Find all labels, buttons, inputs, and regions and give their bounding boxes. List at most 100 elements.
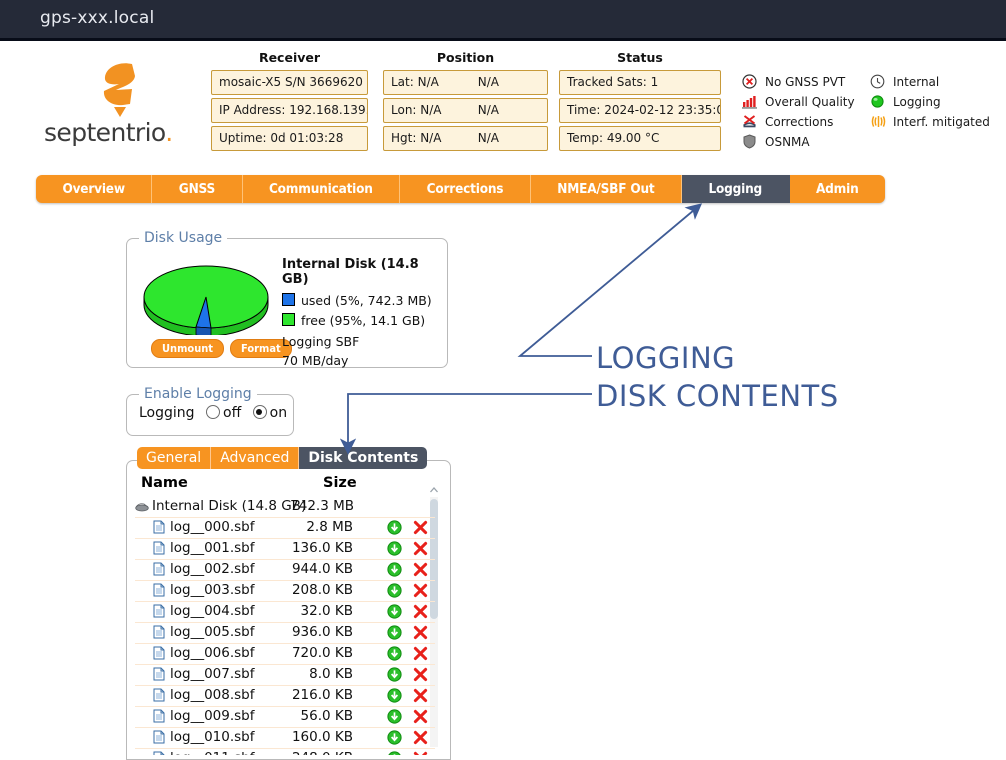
status-label: Overall Quality xyxy=(765,95,855,109)
file-row[interactable]: log__009.sbf 56.0 KB xyxy=(135,707,435,728)
nav-tab-communication[interactable]: Communication xyxy=(243,175,401,203)
logging-radio-off[interactable] xyxy=(206,405,220,419)
file-name: log__001.sbf xyxy=(170,540,255,556)
file-name: log__006.sbf xyxy=(170,645,255,661)
tab-general[interactable]: General xyxy=(137,447,212,469)
status-item-corrections[interactable]: Corrections xyxy=(742,112,855,132)
annotation-logging: LOGGING xyxy=(596,341,736,375)
download-icon[interactable] xyxy=(387,730,402,745)
tab-advanced[interactable]: Advanced xyxy=(211,447,300,469)
info-cell-value: N/A xyxy=(477,131,499,145)
file-row[interactable]: log__002.sbf 944.0 KB xyxy=(135,560,435,581)
delete-icon[interactable] xyxy=(413,604,428,619)
download-icon[interactable] xyxy=(387,541,402,556)
status-item-internal[interactable]: Internal xyxy=(870,72,990,92)
download-icon[interactable] xyxy=(387,583,402,598)
delete-icon[interactable] xyxy=(413,667,428,682)
nav-tab-admin[interactable]: Admin xyxy=(790,175,885,203)
file-actions xyxy=(387,709,428,725)
download-icon[interactable] xyxy=(387,604,402,619)
file-row[interactable]: log__007.sbf 8.0 KB xyxy=(135,665,435,686)
delete-icon[interactable] xyxy=(413,625,428,640)
delete-icon[interactable] xyxy=(413,646,428,661)
nav-tab-nmea-sbf-out[interactable]: NMEA/SBF Out xyxy=(531,175,683,203)
delete-icon[interactable] xyxy=(413,709,428,724)
status-legend-left: No GNSS PVT Overall Quality Corrections … xyxy=(742,72,855,152)
delete-icon[interactable] xyxy=(413,730,428,745)
file-actions xyxy=(387,520,428,536)
column-header-name: Name xyxy=(141,475,188,491)
file-actions xyxy=(387,688,428,704)
disk-title: Internal Disk (14.8 GB) xyxy=(282,257,419,287)
nav-tab-logging[interactable]: Logging xyxy=(682,175,790,203)
file-table-header: Name Size xyxy=(135,475,427,497)
file-name-cell: log__005.sbf xyxy=(153,624,255,640)
download-icon[interactable] xyxy=(387,688,402,703)
file-row[interactable]: log__005.sbf 936.0 KB xyxy=(135,623,435,644)
delete-icon[interactable] xyxy=(413,688,428,703)
download-icon[interactable] xyxy=(387,625,402,640)
disk-contents-tabstrip: General Advanced Disk Contents xyxy=(137,447,428,469)
file-name: log__005.sbf xyxy=(170,624,255,640)
disk-usage-pie-chart xyxy=(141,253,271,337)
file-name-cell: log__011.sbf xyxy=(153,750,255,755)
info-cell: Lat: N/A N/A xyxy=(383,70,548,95)
delete-icon[interactable] xyxy=(413,541,428,556)
delete-icon[interactable] xyxy=(413,520,428,535)
nav-tab-corrections[interactable]: Corrections xyxy=(400,175,531,203)
used-label: used (5%, 742.3 MB) xyxy=(301,293,432,308)
file-row[interactable]: log__004.sbf 32.0 KB xyxy=(135,602,435,623)
info-cell-value: N/A xyxy=(477,75,499,89)
status-item-overall-quality[interactable]: Overall Quality xyxy=(742,92,855,112)
file-row[interactable]: log__010.sbf 160.0 KB xyxy=(135,728,435,749)
scroll-up-icon[interactable] xyxy=(428,481,440,493)
delete-icon[interactable] xyxy=(413,562,428,577)
download-icon[interactable] xyxy=(387,562,402,577)
status-item-interference[interactable]: Interf. mitigated xyxy=(870,112,990,132)
free-label: free (95%, 14.1 GB) xyxy=(301,313,426,328)
file-row[interactable]: log__001.sbf 136.0 KB xyxy=(135,539,435,560)
status-label: Internal xyxy=(893,75,940,89)
septentrio-wordmark: septentrio. xyxy=(44,118,173,147)
nav-tab-gnss[interactable]: GNSS xyxy=(152,175,243,203)
download-icon[interactable] xyxy=(387,751,402,755)
status-item-no-gnss-pvt[interactable]: No GNSS PVT xyxy=(742,72,855,92)
download-icon[interactable] xyxy=(387,709,402,724)
file-actions xyxy=(387,562,428,578)
file-icon xyxy=(153,520,166,535)
download-icon[interactable] xyxy=(387,646,402,661)
clock-icon xyxy=(870,74,888,90)
annotation-disk-contents: DISK CONTENTS xyxy=(596,379,839,413)
logging-radio-off-label[interactable]: off xyxy=(223,405,241,421)
logging-radio-on[interactable] xyxy=(252,405,267,419)
status-item-osnma[interactable]: OSNMA xyxy=(742,132,855,152)
disk-contents-panel: General Advanced Disk Contents Name Size… xyxy=(126,447,451,760)
download-icon[interactable] xyxy=(387,520,402,535)
disk-usage-panel: Disk Usage Unmount Format Internal Disk … xyxy=(126,230,448,368)
file-row[interactable]: log__003.sbf 208.0 KB xyxy=(135,581,435,602)
status-item-logging[interactable]: Logging xyxy=(870,92,990,112)
file-row[interactable]: log__008.sbf 216.0 KB xyxy=(135,686,435,707)
file-row[interactable]: log__006.sbf 720.0 KB xyxy=(135,644,435,665)
tab-disk-contents[interactable]: Disk Contents xyxy=(299,447,428,469)
file-actions xyxy=(387,667,428,683)
file-row-root[interactable]: Internal Disk (14.8 GB) 742.3 MB xyxy=(135,497,435,518)
address-bar-url[interactable]: gps-xxx.local xyxy=(40,8,154,28)
file-name-cell: log__004.sbf xyxy=(153,603,255,619)
unmount-button[interactable]: Unmount xyxy=(151,339,225,358)
file-size: 2.8 MB xyxy=(306,519,353,535)
logging-rate: 70 MB/day xyxy=(282,353,349,368)
logging-radio-on-label[interactable]: on xyxy=(270,405,287,421)
disk-icon xyxy=(135,501,149,516)
logging-field-label: Logging xyxy=(139,405,195,421)
file-row[interactable]: log__000.sbf 2.8 MB xyxy=(135,518,435,539)
info-cell: IP Address: 192.168.139.91 xyxy=(211,98,368,123)
file-actions xyxy=(387,646,428,662)
delete-icon[interactable] xyxy=(413,751,428,755)
delete-icon[interactable] xyxy=(413,583,428,598)
download-icon[interactable] xyxy=(387,667,402,682)
file-row[interactable]: log__011.sbf 248.0 KB xyxy=(135,749,435,755)
info-cell: Temp: 49.00 °C xyxy=(559,126,721,151)
file-icon xyxy=(153,583,166,598)
nav-tab-overview[interactable]: Overview xyxy=(36,175,153,203)
